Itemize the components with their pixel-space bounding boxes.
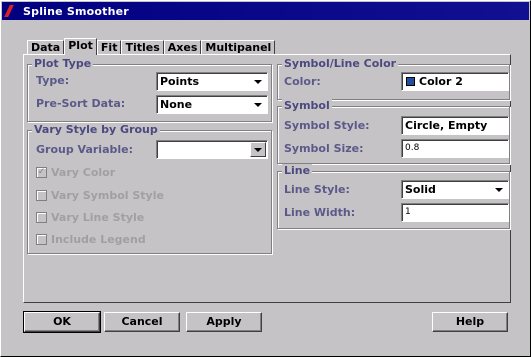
ok-button[interactable]: OK <box>23 311 101 333</box>
group-variable-select[interactable] <box>156 140 268 159</box>
symbol-size-label: Symbol Size: <box>284 142 364 155</box>
tab-titles[interactable]: Titles <box>121 40 164 55</box>
symbol-size-input[interactable]: 0.8 <box>401 139 509 158</box>
line-style-label: Line Style: <box>284 183 350 196</box>
chevron-down-icon <box>250 97 266 112</box>
symbol-group: Symbol Symbol Style: Circle, Empty Symbo… <box>277 99 510 164</box>
vary-style-group: Vary Style by Group Group Variable: ✓ Va… <box>27 123 272 254</box>
checkmark-icon: ✓ <box>36 167 47 178</box>
spline-smoother-dialog: Spline Smoother Data Plot Fit Titles Axe… <box>0 0 531 357</box>
vary-symbol-style-checkbox[interactable]: Vary Symbol Style <box>36 189 164 202</box>
vary-style-group-title: Vary Style by Group <box>32 123 160 136</box>
presort-select[interactable]: None <box>156 95 268 114</box>
vary-color-checkbox[interactable]: ✓ Vary Color <box>36 166 115 179</box>
plot-type-group-title: Plot Type <box>32 57 94 70</box>
tab-plot[interactable]: Plot <box>64 38 97 55</box>
tab-data[interactable]: Data <box>27 40 65 55</box>
symbol-line-color-group: Symbol/Line Color Color: Color 2 <box>277 57 510 100</box>
vary-color-label: Vary Color <box>51 166 116 179</box>
vary-line-style-checkbox[interactable]: Vary Line Style <box>36 211 144 224</box>
tab-fit[interactable]: Fit <box>96 40 122 55</box>
include-legend-checkbox[interactable]: Include Legend <box>36 233 146 246</box>
symbol-style-select[interactable]: Circle, Empty <box>401 116 509 135</box>
symbol-style-value: Circle, Empty <box>405 119 488 132</box>
line-group: Line Line Style: Solid Line Width: 1 <box>277 164 510 229</box>
checkbox-icon <box>36 234 47 245</box>
include-legend-label: Include Legend <box>51 233 146 246</box>
chevron-down-icon[interactable] <box>250 142 266 157</box>
cancel-button[interactable]: Cancel <box>104 312 180 332</box>
line-group-title: Line <box>282 164 313 177</box>
line-width-label: Line Width: <box>284 206 356 219</box>
line-style-select[interactable]: Solid <box>401 180 509 199</box>
type-select[interactable]: Points <box>156 72 268 91</box>
vary-line-style-label: Vary Line Style <box>51 211 145 224</box>
type-label: Type: <box>36 74 70 87</box>
title-bar: Spline Smoother <box>2 2 529 20</box>
app-icon <box>5 4 19 18</box>
color-label: Color: <box>284 75 321 88</box>
symbol-group-title: Symbol <box>282 99 332 112</box>
color-swatch <box>406 77 415 86</box>
checkbox-icon <box>36 190 47 201</box>
plot-type-group: Plot Type Type: Points Pre-Sort Data: No… <box>27 57 272 122</box>
symbol-line-color-group-title: Symbol/Line Color <box>282 57 399 70</box>
chevron-down-icon <box>491 182 507 197</box>
type-select-value: Points <box>160 75 200 88</box>
chevron-down-icon <box>250 74 266 89</box>
tab-multipanel[interactable]: Multipanel <box>201 40 276 55</box>
presort-label: Pre-Sort Data: <box>36 97 126 110</box>
apply-button[interactable]: Apply <box>186 312 262 332</box>
window-title: Spline Smoother <box>23 4 129 18</box>
color-select[interactable]: Color 2 <box>401 72 509 91</box>
tab-axes[interactable]: Axes <box>163 40 202 55</box>
line-style-value: Solid <box>405 183 436 196</box>
symbol-style-label: Symbol Style: <box>284 119 370 132</box>
group-variable-label: Group Variable: <box>36 143 134 156</box>
checkbox-icon <box>36 212 47 223</box>
line-width-input[interactable]: 1 <box>401 203 509 222</box>
vary-symbol-style-label: Vary Symbol Style <box>51 189 164 202</box>
color-select-value: Color 2 <box>419 75 463 88</box>
plot-tab-panel: Plot Type Type: Points Pre-Sort Data: No… <box>23 54 511 303</box>
presort-select-value: None <box>160 98 193 111</box>
help-button[interactable]: Help <box>432 312 508 332</box>
